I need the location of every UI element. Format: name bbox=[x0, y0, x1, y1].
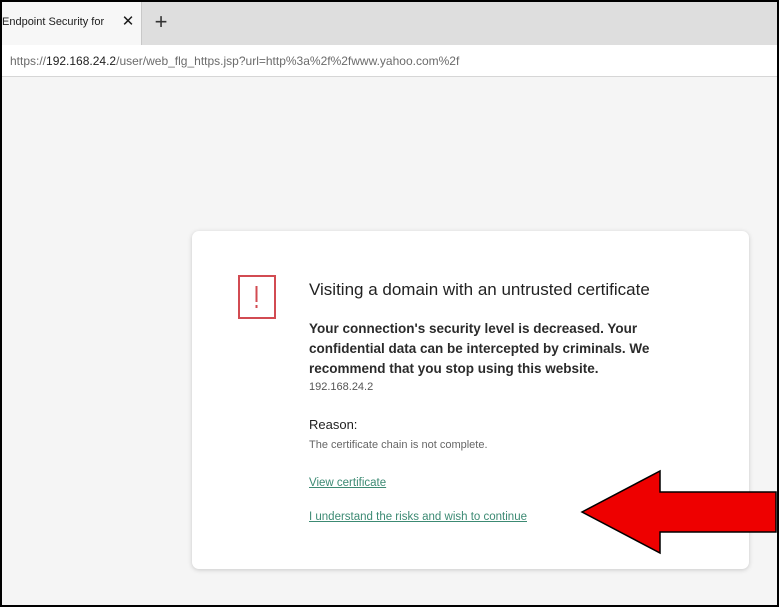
url-scheme: https:// bbox=[10, 54, 47, 68]
tab-endpoint-security[interactable]: Endpoint Security for ✕ bbox=[2, 2, 142, 45]
browser-window: Endpoint Security for ✕ + https://192.16… bbox=[0, 0, 779, 607]
url-path: /user/web_flg_https.jsp?url=http%3a%2f%2… bbox=[116, 54, 460, 68]
tab-strip: Endpoint Security for ✕ + bbox=[2, 2, 777, 45]
close-icon[interactable]: ✕ bbox=[120, 12, 136, 32]
warning-domain: 192.168.24.2 bbox=[309, 381, 374, 393]
address-bar[interactable]: https://192.168.24.2/user/web_flg_https.… bbox=[2, 45, 777, 77]
reason-text: The certificate chain is not complete. bbox=[309, 439, 488, 451]
new-tab-icon[interactable]: + bbox=[149, 9, 173, 35]
continue-anyway-link[interactable]: I understand the risks and wish to conti… bbox=[309, 511, 527, 523]
reason-label: Reason: bbox=[309, 417, 358, 432]
exclamation-icon bbox=[238, 275, 276, 319]
view-certificate-link[interactable]: View certificate bbox=[309, 477, 386, 489]
tab-title: Endpoint Security for bbox=[2, 16, 105, 28]
red-arrow-icon bbox=[580, 469, 777, 555]
url-text[interactable]: https://192.168.24.2/user/web_flg_https.… bbox=[10, 54, 459, 68]
url-host: 192.168.24.2 bbox=[46, 54, 117, 68]
warning-title: Visiting a domain with an untrusted cert… bbox=[309, 280, 650, 299]
warning-message: Your connection's security level is decr… bbox=[309, 321, 650, 376]
